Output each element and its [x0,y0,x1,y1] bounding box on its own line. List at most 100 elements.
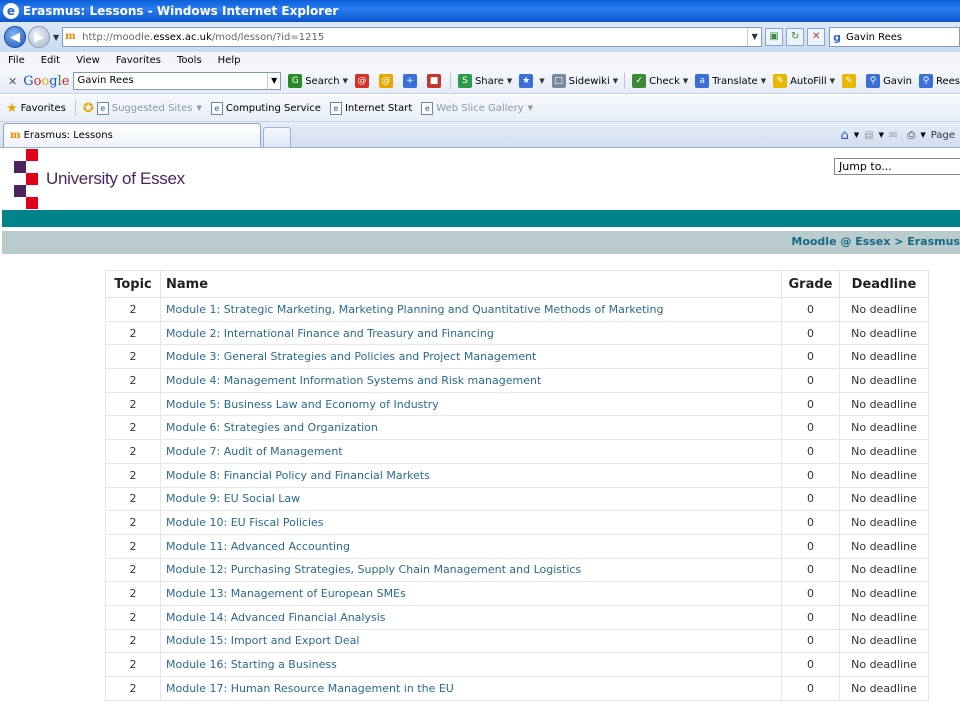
favorites-star-icon: ★ [6,100,18,116]
menu-item-file[interactable]: File [8,55,25,66]
lesson-link[interactable]: Module 14: Advanced Financial Analysis [166,611,386,624]
google-search-input[interactable]: Gavin Rees ▼ [73,72,282,90]
google-tool-check-button[interactable]: ✓ Check ▼ [632,74,688,88]
mail-icon[interactable]: ✉ [889,130,897,141]
cell-name: Module 15: Import and Export Deal [160,628,782,654]
menu-item-help[interactable]: Help [218,55,241,66]
favorite-item-suggested-sites[interactable]: e Suggested Sites ▼ [96,101,202,115]
lesson-link[interactable]: Module 7: Audit of Management [166,445,343,458]
chevron-down-icon[interactable]: ▼ [761,77,766,85]
url-host: essex.ac.uk [153,31,212,43]
cell-grade: 0 [781,557,840,583]
url-prefix: http://moodle. [82,31,154,43]
google-tool-bookmark-button[interactable]: ★ ▼ [519,74,545,88]
lesson-link[interactable]: Module 4: Management Information Systems… [166,374,541,387]
compatibility-view-button[interactable]: ▣ [765,28,784,46]
print-icon[interactable]: ⎙ [907,130,915,141]
add-to-favorites-icon[interactable]: ✪ [83,101,94,116]
new-tab-button[interactable] [263,127,291,147]
menu-bar: File Edit View Favorites Tools Help [0,52,960,69]
feeds-dropdown-icon[interactable]: ▼ [879,131,884,139]
google-tool-search-button[interactable]: G Search ▼ [288,74,348,88]
sidewiki-icon: □ [551,74,566,88]
stop-button[interactable]: ✕ [807,28,826,46]
command-bar: ⌂ ▼ ▤ ▼ ✉ ⎙ ▼ Page [836,123,960,147]
google-tool-eraser-button[interactable]: ■ [426,74,444,88]
cell-deadline: No deadline [839,391,929,417]
web-page-icon: e [96,101,109,115]
tab-erasmus-lessons[interactable]: m Erasmus: Lessons [3,123,261,147]
google-tool-swirl-button[interactable]: @ [378,74,396,88]
chevron-down-icon[interactable]: ▼ [613,77,618,85]
google-tool-rees-button[interactable]: ⚲ Rees [918,74,960,88]
refresh-button[interactable]: ↻ [786,28,805,46]
magnifier-icon: ⚲ [866,74,881,88]
home-icon[interactable]: ⌂ [841,128,849,143]
lesson-link[interactable]: Module 16: Starting a Business [166,658,337,671]
google-tool-sidewiki-button[interactable]: □ Sidewiki ▼ [551,74,618,88]
address-dropdown-icon[interactable]: ▼ [747,28,761,46]
cell-grade: 0 [781,462,840,488]
google-tool-translate-button[interactable]: a Translate ▼ [695,74,766,88]
cell-grade: 0 [781,439,840,464]
google-search-dropdown-icon[interactable]: ▼ [267,73,280,89]
cell-deadline: No deadline [839,604,929,630]
feeds-icon[interactable]: ▤ [864,130,873,141]
cell-topic: 2 [105,391,161,417]
favorites-button[interactable]: ★ Favorites [0,101,66,116]
favorite-item-internet-start[interactable]: e Internet Start [329,101,412,115]
lesson-link[interactable]: Module 2: International Finance and Trea… [166,327,494,340]
google-tool-gavin-button[interactable]: ⚲ Gavin [866,74,912,88]
chevron-down-icon[interactable]: ▼ [197,104,202,112]
jump-to-select[interactable]: Jump to... [834,158,960,175]
chevron-down-icon[interactable]: ▼ [507,77,512,85]
chevron-down-icon[interactable]: ▼ [343,77,348,85]
cell-name: Module 4: Management Information Systems… [160,368,782,393]
chevron-down-icon[interactable]: ▼ [539,77,544,85]
menu-item-edit[interactable]: Edit [41,55,60,66]
favorite-item-web-slice-gallery[interactable]: e Web Slice Gallery ▼ [421,101,533,115]
chevron-down-icon[interactable]: ▼ [683,77,688,85]
live-search-input[interactable]: g Gavin Rees [829,27,960,47]
menu-item-favorites[interactable]: Favorites [116,55,161,66]
lesson-link[interactable]: Module 10: EU Fiscal Policies [166,516,324,529]
cell-topic: 2 [105,344,161,370]
address-input[interactable]: m http://moodle. essex.ac.uk/mod/lesson/?… [62,27,763,47]
print-dropdown-icon[interactable]: ▼ [920,131,925,139]
google-tool-autofill-button[interactable]: ✎ AutoFill ▼ [773,74,835,88]
google-tool-pencil-button[interactable]: ✎ [842,74,859,88]
lesson-link[interactable]: Module 9: EU Social Law [166,492,300,505]
cell-grade: 0 [781,391,840,417]
lesson-link[interactable]: Module 3: General Strategies and Policie… [166,350,536,363]
lesson-link[interactable]: Module 11: Advanced Accounting [166,540,350,553]
lesson-link[interactable]: Module 6: Strategies and Organization [166,421,378,434]
cell-grade: 0 [781,604,840,630]
cell-topic: 2 [105,604,161,630]
lesson-link[interactable]: Module 17: Human Resource Management in … [166,682,454,695]
chevron-down-icon[interactable]: ▼ [830,77,835,85]
google-tool-plus-button[interactable]: + [402,74,420,88]
forward-button[interactable]: ▶ [28,26,50,48]
menu-item-tools[interactable]: Tools [177,55,202,66]
lesson-link[interactable]: Module 15: Import and Export Deal [166,634,359,647]
cell-name: Module 17: Human Resource Management in … [160,676,782,701]
menu-item-view[interactable]: View [76,55,100,66]
lesson-link[interactable]: Module 5: Business Law and Economy of In… [166,398,439,411]
lesson-link[interactable]: Module 1: Strategic Marketing, Marketing… [166,303,663,316]
favorite-item-computing-service[interactable]: e Computing Service [210,101,321,115]
back-button[interactable]: ◀ [4,26,26,48]
page-menu-button[interactable]: Page [931,130,955,141]
google-search-value: Gavin Rees [77,75,134,86]
close-toolbar-icon[interactable]: ✕ [8,75,17,88]
lesson-link[interactable]: Module 13: Management of European SMEs [166,587,406,600]
table-row: 2 Module 4: Management Information System… [105,368,929,393]
home-dropdown-icon[interactable]: ▼ [854,131,859,139]
breadcrumb[interactable]: Moodle @ Essex > Erasmus [791,235,960,248]
history-dropdown-icon[interactable]: ▼ [53,33,59,42]
lesson-link[interactable]: Module 12: Purchasing Strategies, Supply… [166,563,581,576]
google-tool-swirl-button[interactable]: @ [354,74,372,88]
chevron-down-icon[interactable]: ▼ [528,104,533,112]
google-tool-share-button[interactable]: S Share ▼ [457,74,512,88]
lesson-link[interactable]: Module 8: Financial Policy and Financial… [166,469,430,482]
ie-logo-icon: e [3,3,19,19]
